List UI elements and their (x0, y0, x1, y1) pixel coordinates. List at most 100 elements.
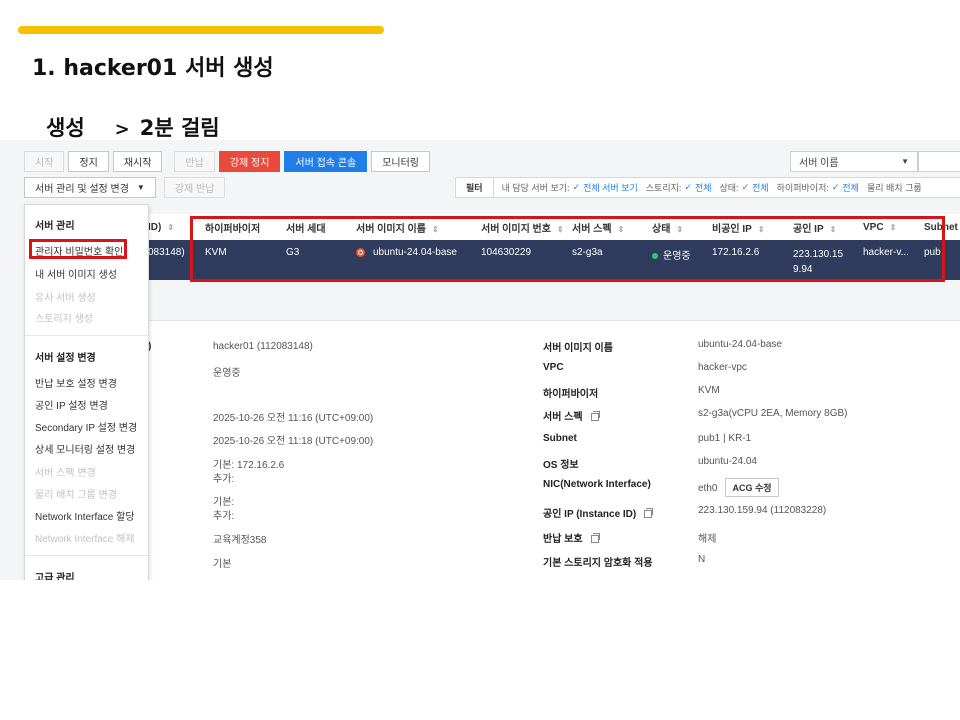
cell-subnet: pub (924, 247, 941, 258)
filter-item-storage[interactable]: 스토리지: ✓ 전체 (646, 181, 712, 194)
subtitle-arrow: > (114, 119, 130, 140)
cell-status: 운영중 (652, 247, 691, 262)
table-row[interactable]: 083148) KVM G3 ubuntu-24.04-base 1046302… (148, 240, 960, 280)
restart-button[interactable]: 재시작 (112, 151, 163, 172)
menu-item-create-storage[interactable]: 스토리지 생성 (35, 310, 93, 325)
col-status[interactable]: 상태 ⇕ (652, 220, 683, 235)
filter-item-status[interactable]: 상태: ✓ 전체 (720, 181, 769, 194)
copy-icon[interactable] (644, 508, 654, 519)
filter-item-placement[interactable]: 물리 배치 그룹 (867, 181, 922, 194)
stop-button[interactable]: 정지 (68, 151, 109, 172)
menu-item-secondary-ip[interactable]: Secondary IP 설정 변경 (35, 419, 137, 434)
value-public-ip: 223.130.159.94 (112083228) (698, 505, 827, 516)
force-stop-button[interactable]: 강제 정지 (218, 151, 281, 172)
menu-divider (25, 555, 148, 556)
label-hypervisor: 하이퍼바이저 (543, 389, 599, 400)
cell-hypervisor: KVM (205, 247, 227, 258)
sort-icon: ⇕ (676, 224, 684, 234)
menu-item-nic-release[interactable]: Network Interface 해제 (35, 530, 135, 545)
check-icon: ✓ (741, 182, 750, 192)
menu-item-return-protect[interactable]: 반납 보호 설정 변경 (35, 375, 117, 390)
col-subnet[interactable]: Subnet (924, 222, 958, 233)
search-input[interactable] (918, 151, 960, 172)
menu-item-placement-change[interactable]: 물리 배치 그룹 변경 (35, 486, 117, 501)
label-spec: 서버 스펙 (543, 408, 600, 423)
cell-generation: G3 (286, 247, 300, 258)
col-id-partial[interactable]: ID) ⇕ (148, 222, 174, 233)
sort-icon: ⇕ (757, 224, 765, 234)
value-spec: s2-g3a(vCPU 2EA, Memory 8GB) (698, 408, 848, 419)
manage-dropdown-menu: 서버 관리 관리자 비밀번호 확인 내 서버 이미지 생성 유사 서버 생성 스… (24, 204, 149, 580)
slide-subtitle: 생성 > 2분 걸림 (46, 112, 220, 142)
manage-settings-button[interactable]: 서버 관리 및 설정 변경 ▼ (24, 177, 156, 198)
status-running-icon (652, 253, 658, 260)
subtitle-duration: 2분 걸림 (139, 116, 220, 140)
menu-item-create-image[interactable]: 내 서버 이미지 생성 (35, 266, 117, 281)
status-text: 운영중 (663, 251, 691, 262)
col-image-no[interactable]: 서버 이미지 번호 ⇕ (481, 220, 564, 235)
value-nic: eth0 ACG 수정 (698, 478, 779, 497)
col-vpc[interactable]: VPC ⇕ (863, 222, 896, 233)
header-label: 공인 IP (793, 223, 824, 235)
start-button[interactable]: 시작 (24, 151, 65, 172)
detail-started: 2025-10-26 오전 11:18 (UTC+09:00) (213, 436, 374, 447)
console-button[interactable]: 서버 접속 콘솔 (284, 151, 368, 172)
label-os: OS 정보 (543, 460, 579, 471)
detail-ip-basic: 기본: (213, 497, 235, 508)
public-ip-line1: 223.130.15 (793, 249, 844, 260)
cell-image-no: 104630229 (481, 247, 532, 258)
copy-icon[interactable] (590, 411, 600, 422)
header-label: 상태 (652, 223, 671, 235)
label-image-name: 서버 이미지 이름 (543, 343, 613, 354)
filter-item-hypervisor[interactable]: 하이퍼바이저: ✓ 전체 (777, 181, 859, 194)
filter-label[interactable]: 필터 (456, 178, 494, 197)
filter-value: 전체 (694, 183, 712, 193)
col-generation[interactable]: 서버 세대 (286, 220, 326, 235)
filter-name: 스토리지: (645, 183, 682, 193)
sort-icon: ⇕ (431, 224, 439, 234)
label-nic: NIC(Network Interface) (543, 479, 651, 490)
detail-private-ip-basic: 기본: 172.16.2.6 (213, 460, 285, 471)
console-screenshot: 시작 정지 재시작 반납 강제 정지 서버 접속 콘솔 모니터링 서버 이름 ▼… (0, 140, 960, 580)
header-label: 서버 이미지 이름 (356, 223, 426, 235)
monitoring-button[interactable]: 모니터링 (371, 151, 430, 172)
force-return-button[interactable]: 강제 반납 (163, 177, 226, 198)
slide-page: 1. hacker01 서버 생성 생성 > 2분 걸림 시작 정지 재시작 반… (0, 0, 960, 720)
filter-value: 전체 서버 보기 (583, 183, 638, 193)
filter-item-owner[interactable]: 내 담당 서버 보기: ✓ 전체 서버 보기 (502, 181, 638, 194)
detail-account: 교육계정358 (213, 535, 267, 546)
slide-title: 1. hacker01 서버 생성 (32, 56, 274, 81)
chevron-down-icon: ▼ (136, 183, 145, 192)
col-hypervisor[interactable]: 하이퍼바이저 (205, 220, 260, 235)
menu-item-public-ip[interactable]: 공인 IP 설정 변경 (35, 397, 108, 412)
label-subnet: Subnet (543, 433, 577, 444)
cell-public-ip: 223.130.15 9.94 (793, 247, 843, 277)
col-private-ip[interactable]: 비공인 IP ⇕ (712, 220, 765, 235)
label-return-protect-text: 반납 보호 (543, 534, 583, 545)
search-select-value: 서버 이름 (799, 158, 839, 169)
chevron-down-icon: ▼ (901, 157, 909, 166)
sort-icon: ⇕ (889, 222, 897, 232)
col-image-name[interactable]: 서버 이미지 이름 ⇕ (356, 220, 439, 235)
menu-item-monitoring[interactable]: 상세 모니터링 설정 변경 (35, 441, 135, 456)
acg-edit-button[interactable]: ACG 수정 (725, 478, 779, 497)
check-icon: ✓ (572, 182, 581, 192)
search-field-select[interactable]: 서버 이름 ▼ (790, 151, 918, 172)
manage-settings-label: 서버 관리 및 설정 변경 (35, 184, 129, 195)
return-button[interactable]: 반납 (174, 151, 215, 172)
menu-item-similar-server[interactable]: 유사 서버 생성 (35, 289, 96, 304)
menu-item-spec-change[interactable]: 서버 스펙 변경 (35, 464, 96, 479)
value-os: ubuntu-24.04 (698, 456, 757, 467)
col-public-ip[interactable]: 공인 IP ⇕ (793, 220, 836, 235)
menu-section-manage: 서버 관리 (35, 221, 75, 232)
detail-private-ip-extra: 추가: (213, 474, 235, 485)
filter-name: 하이퍼바이저: (776, 183, 829, 193)
detail-ip-extra: 추가: (213, 511, 235, 522)
col-spec[interactable]: 서버 스펙 ⇕ (572, 220, 624, 235)
menu-item-nic-assign[interactable]: Network Interface 할당 (35, 508, 135, 523)
check-icon: ✓ (831, 182, 840, 192)
menu-divider (25, 335, 148, 336)
sort-icon: ⇕ (617, 224, 625, 234)
copy-icon[interactable] (590, 533, 600, 544)
cell-spec: s2-g3a (572, 247, 603, 258)
